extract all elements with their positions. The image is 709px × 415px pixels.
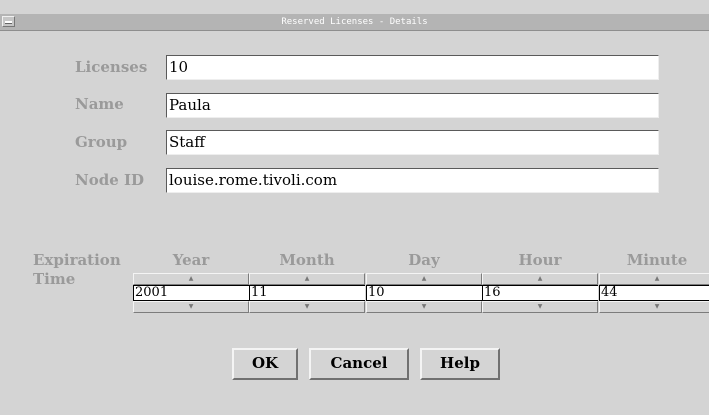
name-field[interactable]: Paula [166,93,659,118]
month-increment-button[interactable]: ▲ [249,273,365,285]
day-decrement-button[interactable]: ▼ [366,301,482,313]
ok-button[interactable]: OK [232,348,298,380]
minute-label: Minute [626,251,688,269]
node-id-field[interactable]: louise.rome.tivoli.com [166,168,659,193]
minute-spinner: ▲ 44 ▼ [599,273,709,313]
hour-spinner: ▲ 16 ▼ [482,273,598,313]
name-label: Name [75,95,124,113]
group-field[interactable]: Staff [166,130,659,155]
year-label: Year [172,251,210,269]
title-bar[interactable]: Reserved Licenses - Details [0,14,709,31]
node-id-label: Node ID [75,171,144,189]
hour-decrement-button[interactable]: ▼ [482,301,598,313]
day-increment-button[interactable]: ▲ [366,273,482,285]
licenses-label: Licenses [75,58,148,76]
month-value[interactable]: 11 [249,285,365,301]
time-label: Time [33,270,76,288]
cancel-button[interactable]: Cancel [309,348,409,380]
dialog-window: Reserved Licenses - Details Licenses 10 … [0,0,709,415]
group-label: Group [75,133,128,151]
minute-value[interactable]: 44 [599,285,709,301]
hour-label: Hour [518,251,562,269]
day-value[interactable]: 10 [366,285,482,301]
licenses-field[interactable]: 10 [166,55,659,80]
minute-increment-button[interactable]: ▲ [599,273,709,285]
hour-value[interactable]: 16 [482,285,598,301]
year-decrement-button[interactable]: ▼ [133,301,249,313]
year-increment-button[interactable]: ▲ [133,273,249,285]
year-value[interactable]: 2001 [133,285,249,301]
help-button[interactable]: Help [420,348,500,380]
expiration-label: Expiration [33,251,121,269]
minute-decrement-button[interactable]: ▼ [599,301,709,313]
year-spinner: ▲ 2001 ▼ [133,273,249,313]
day-spinner: ▲ 10 ▼ [366,273,482,313]
hour-increment-button[interactable]: ▲ [482,273,598,285]
window-title: Reserved Licenses - Details [281,17,428,27]
day-label: Day [408,251,440,269]
month-label: Month [279,251,335,269]
month-spinner: ▲ 11 ▼ [249,273,365,313]
month-decrement-button[interactable]: ▼ [249,301,365,313]
